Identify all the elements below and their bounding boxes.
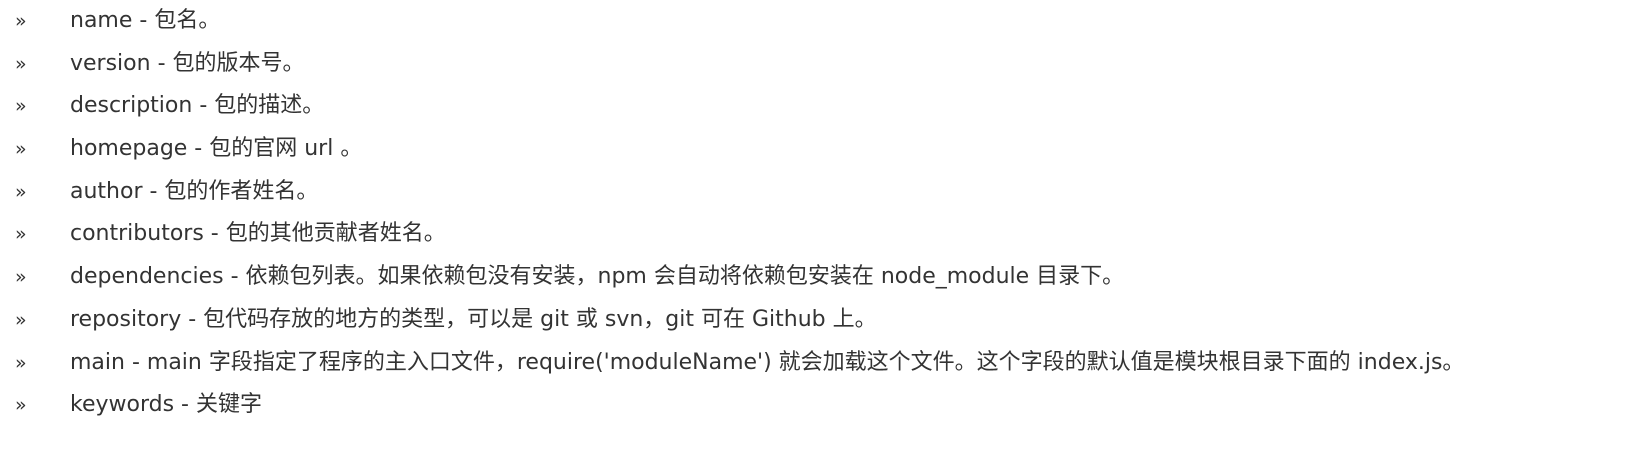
list-item: » keywords - 关键字 xyxy=(0,384,1644,427)
field-dependencies-description: dependencies - 依赖包列表。如果依赖包没有安装，npm 会自动将依… xyxy=(70,264,1125,290)
list-item: » dependencies - 依赖包列表。如果依赖包没有安装，npm 会自动… xyxy=(0,256,1644,299)
bullet-icon: » xyxy=(15,308,27,331)
list-item: » homepage - 包的官网 url 。 xyxy=(0,128,1644,171)
field-contributors-description: contributors - 包的其他贡献者姓名。 xyxy=(70,221,446,247)
field-main-description: main - main 字段指定了程序的主入口文件，require('modul… xyxy=(70,349,1465,375)
field-name-description: name - 包名。 xyxy=(70,8,221,33)
field-keywords-description: keywords - 关键字 xyxy=(70,392,262,418)
list-item: » name - 包名。 xyxy=(0,0,1644,43)
bullet-icon: » xyxy=(15,223,27,246)
bullet-icon: » xyxy=(15,394,27,417)
field-description-description: description - 包的描述。 xyxy=(70,93,325,119)
bullet-icon: » xyxy=(15,351,27,374)
bullet-icon: » xyxy=(15,180,27,203)
bullet-icon: » xyxy=(15,95,27,118)
field-author-description: author - 包的作者姓名。 xyxy=(70,178,319,204)
list-item: » contributors - 包的其他贡献者姓名。 xyxy=(0,213,1644,256)
bullet-icon: » xyxy=(15,266,27,289)
list-item: » main - main 字段指定了程序的主入口文件，require('mod… xyxy=(0,342,1644,385)
list-item: » description - 包的描述。 xyxy=(0,85,1644,128)
bullet-icon: » xyxy=(15,10,27,32)
field-repository-description: repository - 包代码存放的地方的类型，可以是 git 或 svn，g… xyxy=(70,306,877,332)
bullet-icon: » xyxy=(15,138,27,161)
list-item: » version - 包的版本号。 xyxy=(0,43,1644,86)
list-item: » repository - 包代码存放的地方的类型，可以是 git 或 svn… xyxy=(0,299,1644,342)
package-json-field-list: » name - 包名。 » version - 包的版本号。 » descri… xyxy=(0,0,1644,427)
bullet-icon: » xyxy=(15,52,27,75)
list-item: » author - 包的作者姓名。 xyxy=(0,171,1644,214)
field-homepage-description: homepage - 包的官网 url 。 xyxy=(70,136,363,162)
field-version-description: version - 包的版本号。 xyxy=(70,50,305,76)
